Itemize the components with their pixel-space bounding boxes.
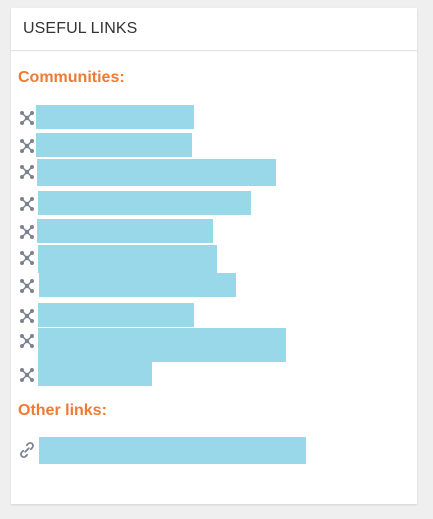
community-link-10[interactable] [18,362,168,386]
community-network-icon [20,251,34,265]
community-network-icon [20,165,34,179]
redaction-block [38,245,217,273]
communities-heading: Communities: [18,69,125,86]
community-link-4[interactable] [18,191,258,215]
redaction-block [39,437,306,464]
community-network-icon [20,111,34,125]
community-link-7[interactable] [18,273,248,297]
community-link-3[interactable] [18,159,288,186]
redaction-block [38,191,251,215]
community-network-icon [20,334,34,348]
redaction-block [36,133,192,157]
other-links-heading: Other links: [18,402,107,419]
community-network-icon [20,368,34,382]
community-link-6[interactable] [18,245,223,273]
community-link-8[interactable] [18,303,200,327]
redaction-block [37,159,276,186]
link-chain-icon [20,442,34,458]
redaction-block [38,362,152,386]
other-link-1[interactable] [18,437,318,464]
redaction-block [36,105,194,129]
community-link-5[interactable] [18,219,223,243]
redaction-block [37,219,213,243]
card-header: USEFUL LINKS [11,8,417,51]
redaction-block [39,273,236,297]
community-link-2[interactable] [18,133,200,157]
redaction-block [38,303,194,327]
card-title: USEFUL LINKS [23,20,138,37]
redaction-block [38,328,286,362]
community-link-1[interactable] [18,105,200,129]
community-network-icon [20,225,34,239]
community-network-icon [20,139,34,153]
community-network-icon [20,279,34,293]
community-network-icon [20,197,34,211]
community-network-icon [20,309,34,323]
community-link-9[interactable] [18,328,298,362]
useful-links-card: USEFUL LINKS Communities: Other links: [11,8,417,504]
